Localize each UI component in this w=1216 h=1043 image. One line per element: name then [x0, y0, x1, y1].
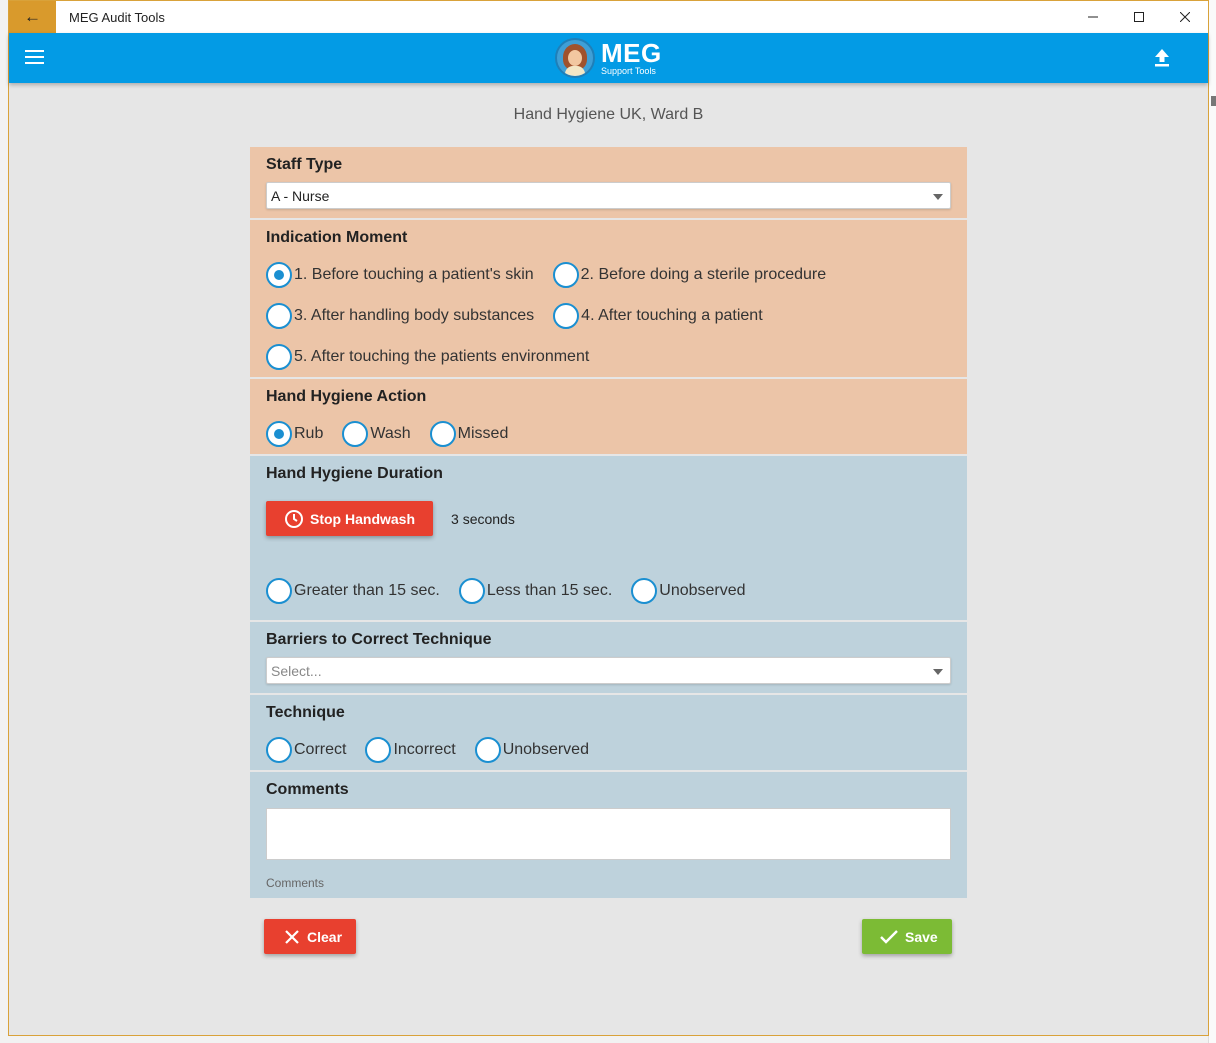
clear-label: Clear: [307, 928, 343, 945]
hand-hygiene-action-section: Hand Hygiene Action Rub Wash Missed: [250, 379, 967, 456]
radio-action-missed[interactable]: Missed: [429, 420, 509, 447]
timer-readout: 3 seconds: [451, 510, 515, 527]
radio-label: 2. Before doing a sterile procedure: [580, 265, 827, 283]
radio-label: Incorrect: [393, 740, 456, 758]
chevron-down-icon: [933, 669, 943, 675]
radio-label: 5. After touching the patients environme…: [294, 347, 590, 365]
radio-label: Less than 15 sec.: [486, 581, 613, 599]
radio-label: Correct: [294, 740, 347, 758]
close-icon: [1180, 12, 1190, 22]
radio-button[interactable]: [553, 302, 580, 329]
arrow-left-icon: ←: [24, 7, 41, 26]
radio-indication-1[interactable]: 1. Before touching a patient's skin: [266, 261, 534, 288]
radio-label: Missed: [457, 424, 509, 442]
section-title: Indication Moment: [266, 229, 408, 246]
section-title: Technique: [266, 704, 345, 721]
chevron-down-icon: [933, 194, 943, 200]
radio-indication-3[interactable]: 3. After handling body substances: [266, 302, 535, 329]
radio-label: Unobserved: [659, 581, 746, 599]
radio-label: Wash: [370, 424, 411, 442]
radio-button[interactable]: [266, 261, 292, 288]
audit-form: Staff Type A - Nurse Indication Moment 1…: [250, 147, 967, 898]
upload-icon[interactable]: [1154, 49, 1170, 67]
radio-label: Unobserved: [502, 740, 589, 758]
section-title: Hand Hygiene Duration: [266, 465, 443, 482]
close-button[interactable]: [1162, 1, 1208, 33]
radio-technique-correct[interactable]: Correct: [266, 736, 347, 763]
radio-action-rub[interactable]: Rub: [266, 420, 324, 447]
section-title: Staff Type: [266, 156, 343, 173]
title-bar: ← MEG Audit Tools: [9, 1, 1208, 33]
radio-action-wash[interactable]: Wash: [342, 420, 411, 447]
save-button[interactable]: Save: [862, 919, 952, 954]
radio-button[interactable]: [266, 577, 292, 604]
radio-technique-unobserved[interactable]: Unobserved: [474, 736, 589, 763]
radio-duration-unobserved[interactable]: Unobserved: [631, 577, 746, 604]
page-subtitle: Hand Hygiene UK, Ward B: [513, 106, 704, 123]
radio-label: 3. After handling body substances: [294, 306, 535, 324]
meg-logo: MEG Support Tools: [555, 37, 662, 79]
barriers-section: Barriers to Correct Technique Select...: [250, 622, 967, 695]
comments-section: Comments Comments: [250, 772, 967, 898]
clear-button[interactable]: Clear: [264, 919, 356, 954]
background-window-strip: [1208, 0, 1216, 1043]
section-title: Barriers to Correct Technique: [266, 631, 492, 648]
comments-hint: Comments: [266, 876, 325, 890]
radio-technique-incorrect[interactable]: Incorrect: [365, 736, 456, 763]
logo-sub-text: Support Tools: [601, 66, 656, 76]
radio-button[interactable]: [266, 343, 292, 370]
close-icon: [285, 929, 299, 944]
radio-indication-5[interactable]: 5. After touching the patients environme…: [266, 343, 590, 370]
hamburger-icon[interactable]: [25, 50, 44, 65]
radio-button[interactable]: [631, 577, 658, 604]
radio-label: Rub: [294, 424, 324, 442]
indication-moment-section: Indication Moment 1. Before touching a p…: [250, 220, 967, 379]
stop-handwash-button[interactable]: Stop Handwash: [266, 501, 434, 536]
stop-handwash-label: Stop Handwash: [310, 510, 416, 527]
maximize-icon: [1134, 12, 1144, 22]
radio-button[interactable]: [429, 420, 456, 447]
radio-button[interactable]: [342, 420, 369, 447]
staff-type-select[interactable]: A - Nurse: [266, 182, 951, 209]
comments-textarea[interactable]: [266, 808, 951, 860]
radio-button[interactable]: [266, 420, 292, 447]
save-label: Save: [905, 928, 938, 945]
hand-hygiene-duration-section: Hand Hygiene Duration Stop Handwash 3 se…: [250, 456, 967, 622]
radio-button[interactable]: [365, 736, 392, 763]
maximize-button[interactable]: [1116, 1, 1162, 33]
technique-section: Technique Correct Incorrect Unobserved: [250, 695, 967, 772]
radio-button[interactable]: [552, 261, 579, 288]
staff-type-section: Staff Type A - Nurse: [250, 147, 967, 220]
staff-type-value: A - Nurse: [271, 187, 330, 204]
radio-duration-less[interactable]: Less than 15 sec.: [458, 577, 613, 604]
radio-label: Greater than 15 sec.: [294, 581, 440, 599]
minimize-button[interactable]: [1070, 1, 1116, 33]
section-title: Comments: [266, 781, 349, 798]
barriers-placeholder: Select...: [271, 662, 322, 679]
barriers-select[interactable]: Select...: [266, 657, 951, 684]
clock-icon: [285, 509, 303, 528]
logo-main-text: MEG: [601, 38, 662, 68]
radio-indication-2[interactable]: 2. Before doing a sterile procedure: [552, 261, 827, 288]
minimize-icon: [1088, 16, 1098, 18]
background-fragment: [1211, 96, 1216, 106]
radio-indication-4[interactable]: 4. After touching a patient: [553, 302, 763, 329]
back-button[interactable]: ←: [9, 1, 56, 33]
radio-button[interactable]: [266, 302, 292, 329]
radio-duration-greater[interactable]: Greater than 15 sec.: [266, 577, 440, 604]
window-title: MEG Audit Tools: [69, 9, 165, 25]
radio-button[interactable]: [458, 577, 485, 604]
radio-label: 4. After touching a patient: [581, 306, 763, 324]
radio-button[interactable]: [266, 736, 292, 763]
radio-button[interactable]: [474, 736, 501, 763]
section-title: Hand Hygiene Action: [266, 388, 427, 405]
check-icon: [880, 929, 898, 944]
logo-avatar: [555, 38, 595, 78]
app-window: ← MEG Audit Tools MEG Support Tools Hand…: [8, 0, 1209, 1036]
window-controls: [1070, 1, 1208, 33]
app-header: MEG Support Tools: [9, 33, 1208, 83]
radio-label: 1. Before touching a patient's skin: [294, 265, 534, 283]
